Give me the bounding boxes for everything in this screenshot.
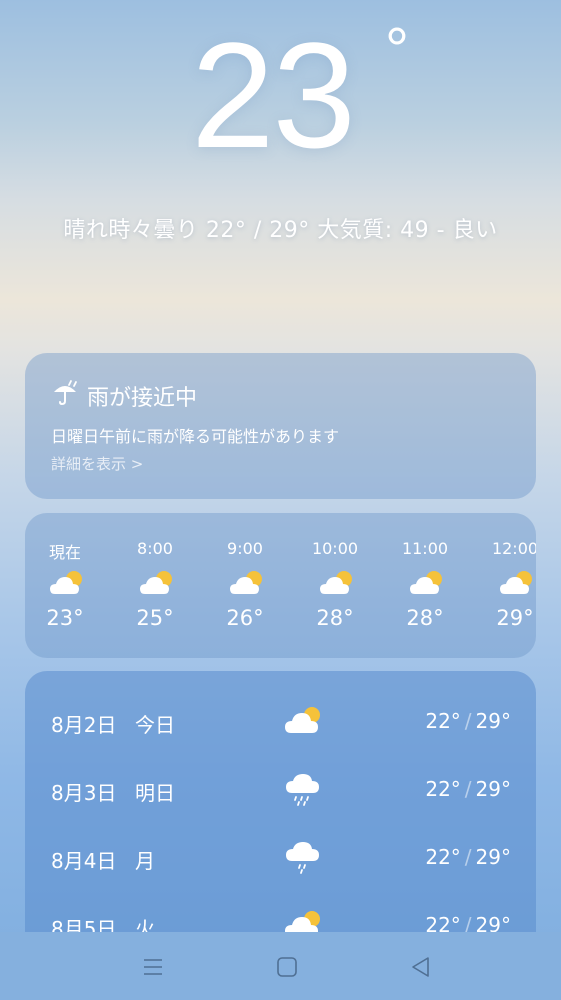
- range-separator: /: [464, 845, 472, 869]
- rain-alert-card[interactable]: 雨が接近中 日曜日午前に雨が降る可能性があります 詳細を表示 >: [25, 353, 536, 499]
- partly-cloudy-icon: [285, 707, 320, 733]
- day-date: 8月4日: [51, 849, 117, 873]
- partly-cloudy-icon: [500, 571, 532, 594]
- partly-cloudy-icon: [230, 571, 262, 594]
- high-temp: 29°: [475, 777, 511, 801]
- partly-cloudy-icon: [50, 571, 82, 594]
- temp-range: 22°/29°: [425, 845, 511, 869]
- hour-temp: 25°: [136, 606, 174, 630]
- current-temperature: 23 °: [0, 11, 561, 179]
- partly-cloudy-icon: [410, 571, 442, 594]
- daily-row[interactable]: 8月3日 明日 22°/29°: [25, 769, 536, 809]
- hour-temp: 26°: [226, 606, 264, 630]
- show-details-link[interactable]: 詳細を表示 >: [51, 453, 143, 474]
- back-triangle-icon[interactable]: [408, 954, 434, 980]
- alert-header: 雨が接近中: [51, 379, 197, 413]
- hour-temp: 23°: [46, 606, 84, 630]
- range-separator: /: [464, 709, 472, 733]
- low-temp: 22°: [425, 709, 461, 733]
- temp-range: 22°/29°: [425, 777, 511, 801]
- partly-cloudy-icon: [140, 571, 172, 594]
- hour-time: 現在: [48, 543, 81, 562]
- day-name: 明日: [135, 781, 175, 805]
- alert-description: 日曜日午前に雨が降る可能性があります: [51, 427, 340, 446]
- low-temp: 22°: [425, 777, 461, 801]
- umbrella-rain-icon: [51, 379, 79, 413]
- hour-temp: 29°: [496, 606, 534, 630]
- system-navigation-bar: [0, 932, 561, 1000]
- hour-time: 8:00: [137, 539, 173, 558]
- hour-temp: 28°: [316, 606, 354, 630]
- hour-temp: 28°: [406, 606, 444, 630]
- hour-time: 9:00: [227, 539, 263, 558]
- daily-row[interactable]: 8月2日 今日 22°/29°: [25, 701, 536, 741]
- day-name: 今日: [135, 713, 175, 737]
- high-temp: 29°: [475, 709, 511, 733]
- current-temperature-value: 23: [191, 11, 356, 179]
- partly-cloudy-icon: [320, 571, 352, 594]
- rain-cloud-icon: [286, 774, 319, 806]
- low-temp: 22°: [425, 845, 461, 869]
- degree-symbol: °: [385, 16, 409, 83]
- alert-title: 雨が接近中: [87, 386, 198, 411]
- daily-row[interactable]: 8月4日 月 22°/29°: [25, 837, 536, 877]
- high-temp: 29°: [475, 845, 511, 869]
- day-date: 8月3日: [51, 781, 117, 805]
- hour-time: 11:00: [401, 539, 449, 558]
- hour-time: 10:00: [311, 539, 359, 558]
- home-square-icon[interactable]: [274, 954, 300, 980]
- light-rain-icon: [286, 842, 319, 874]
- temp-range: 22°/29°: [425, 709, 511, 733]
- day-date: 8月2日: [51, 713, 117, 737]
- hour-time: 12:00: [491, 539, 536, 558]
- range-separator: /: [464, 777, 472, 801]
- menu-icon[interactable]: [140, 954, 166, 980]
- hourly-forecast[interactable]: 現在 23° 8:00 25° 9:00 26° 10:00 28° 11:00: [25, 513, 536, 658]
- weather-summary: 晴れ時々曇り 22° / 29° 大気質: 49 - 良い: [63, 218, 498, 243]
- day-name: 月: [135, 849, 155, 873]
